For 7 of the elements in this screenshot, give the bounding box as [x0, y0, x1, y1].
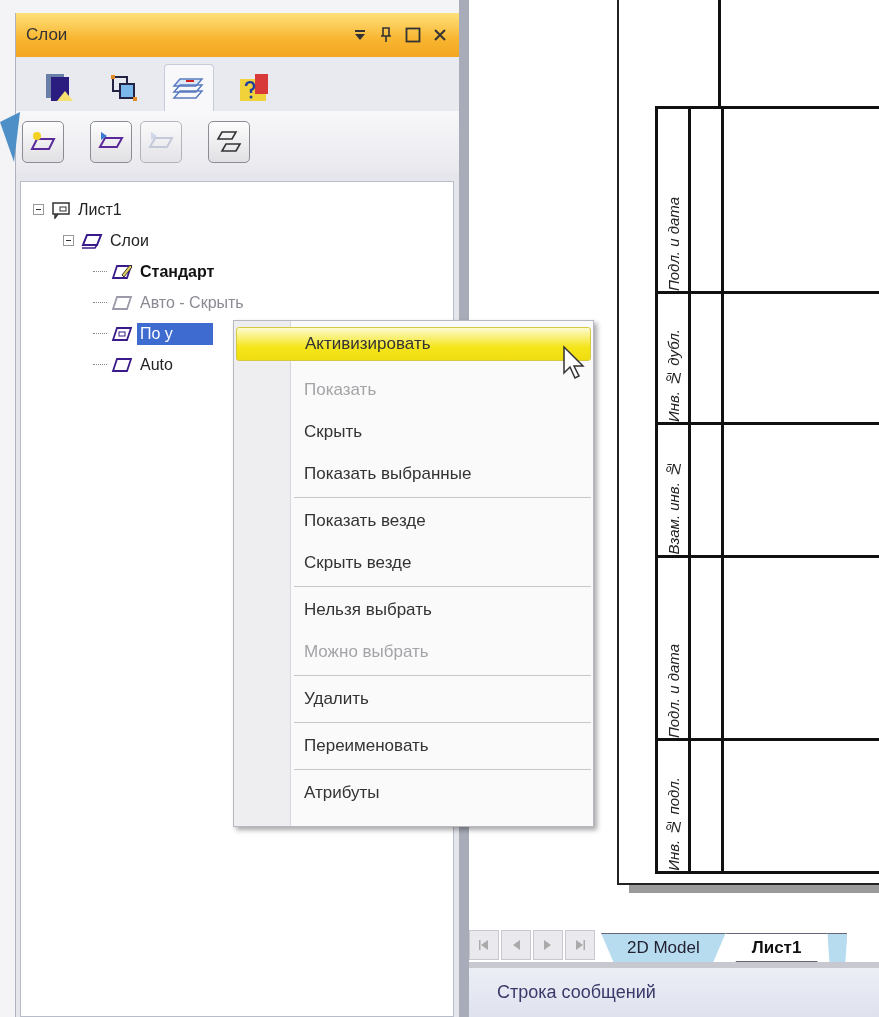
stamp-label: Инв. № подл. [664, 776, 682, 871]
stamp-label: Инв. № дубл. [664, 328, 682, 422]
status-text: Строка сообщений [497, 982, 656, 1003]
stamp-label: Подл. и дата [664, 195, 682, 291]
stamp-label: Взам. инв. № [664, 460, 682, 555]
stamp-label: Подл. и дата [664, 642, 682, 738]
panel-title: Слои [26, 25, 68, 45]
